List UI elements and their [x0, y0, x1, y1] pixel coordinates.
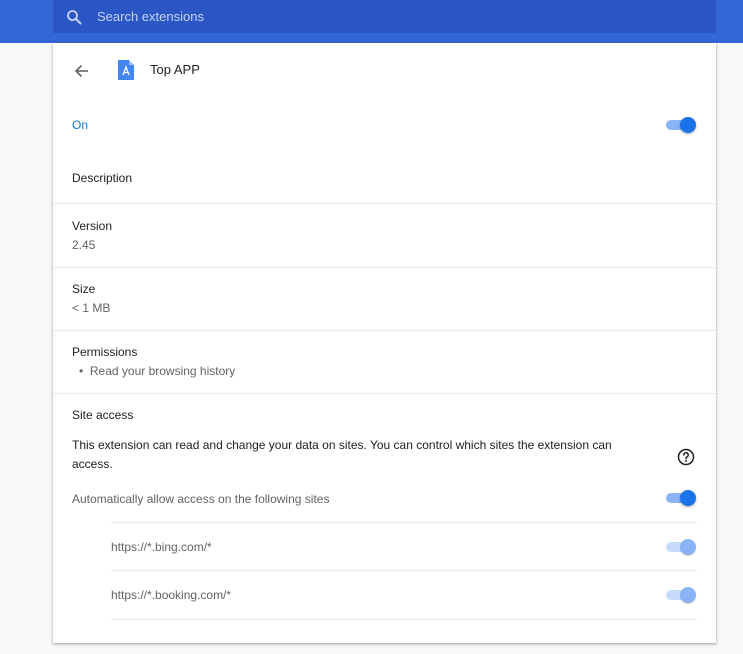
divider: [111, 570, 697, 571]
permission-item: • Read your browsing history: [79, 364, 236, 378]
permission-item-text: Read your browsing history: [89, 364, 236, 378]
site-url: https://*.booking.com/*: [111, 588, 232, 602]
search-icon: [66, 9, 82, 25]
app-title: Top APP: [150, 62, 200, 77]
auto-allow-toggle[interactable]: [666, 490, 696, 506]
permissions-section: Permissions • Read your browsing history: [53, 331, 716, 393]
back-button[interactable]: [70, 59, 94, 83]
app-store-icon: [118, 60, 134, 80]
site-toggle-bing[interactable]: [666, 539, 696, 555]
details-header: Top APP: [53, 43, 716, 98]
toggle-knob: [680, 587, 696, 603]
enable-row: On: [53, 98, 716, 154]
size-section: Size < 1 MB: [53, 268, 716, 330]
site-access-description: This extension can read and change your …: [72, 438, 612, 471]
site-toggle-booking[interactable]: [666, 587, 696, 603]
search-input[interactable]: [97, 9, 657, 24]
toggle-knob: [680, 117, 696, 133]
site-access-section: Site access This extension can read and …: [53, 394, 716, 654]
size-title: Size: [72, 282, 96, 296]
extension-details-card: Top APP On Description Version 2.45 Size…: [53, 43, 716, 643]
toggle-knob: [680, 539, 696, 555]
divider: [111, 522, 697, 523]
divider: [111, 619, 697, 620]
enable-toggle[interactable]: [666, 117, 696, 133]
description-section: Description: [53, 154, 716, 203]
help-circle-icon[interactable]: [677, 448, 695, 466]
site-access-title: Site access: [72, 408, 134, 422]
search-bar[interactable]: [53, 0, 716, 33]
site-url: https://*.bing.com/*: [111, 540, 212, 554]
auto-allow-label: Automatically allow access on the follow…: [72, 492, 330, 506]
arrow-back-icon: [74, 64, 88, 78]
version-section: Version 2.45: [53, 204, 716, 267]
permissions-title: Permissions: [72, 345, 138, 359]
description-title: Description: [72, 171, 133, 185]
size-value: < 1 MB: [72, 301, 111, 315]
toggle-knob: [680, 490, 696, 506]
version-title: Version: [72, 219, 113, 233]
enable-status-label: On: [72, 118, 89, 132]
version-value: 2.45: [72, 238, 96, 252]
